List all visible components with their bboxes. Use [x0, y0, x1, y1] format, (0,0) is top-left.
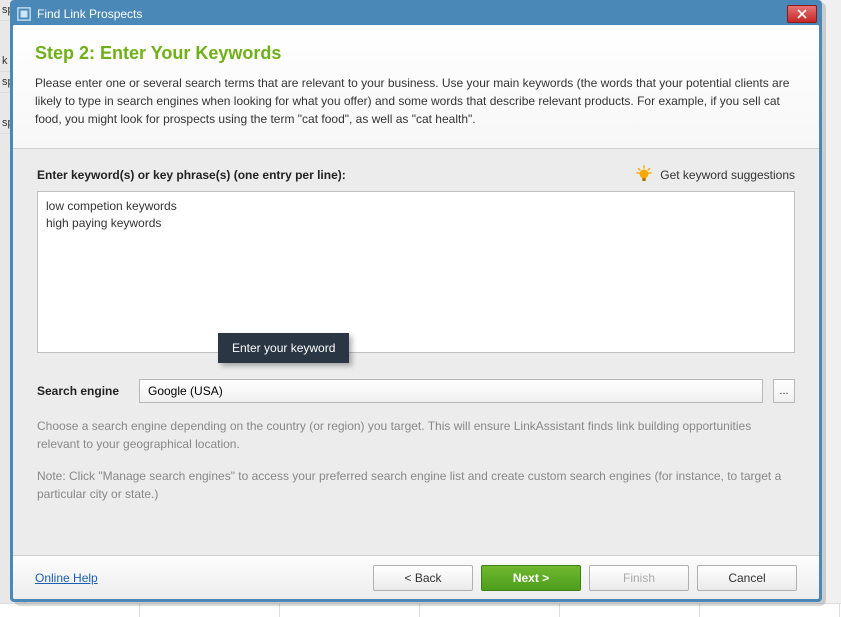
dialog-window: Find Link Prospects Step 2: Enter Your K…	[10, 0, 822, 602]
window-title: Find Link Prospects	[37, 7, 787, 21]
cancel-button[interactable]: Cancel	[697, 565, 797, 591]
titlebar[interactable]: Find Link Prospects	[13, 3, 819, 25]
back-button[interactable]: < Back	[373, 565, 473, 591]
search-engine-note: Note: Click "Manage search engines" to a…	[37, 467, 795, 503]
search-engine-more-button[interactable]: ...	[773, 379, 795, 403]
footer-bar: Online Help < Back Next > Finish Cancel	[13, 555, 819, 599]
keywords-input[interactable]	[37, 191, 795, 353]
next-button[interactable]: Next >	[481, 565, 581, 591]
lightbulb-icon	[634, 165, 654, 185]
step-description: Please enter one or several search terms…	[35, 74, 797, 128]
dialog-body: Step 2: Enter Your Keywords Please enter…	[13, 25, 819, 599]
close-button[interactable]	[787, 5, 817, 23]
app-icon	[17, 7, 31, 21]
finish-button: Finish	[589, 565, 689, 591]
content-section: Enter keyword(s) or key phrase(s) (one e…	[13, 149, 819, 555]
search-engine-description: Choose a search engine depending on the …	[37, 417, 795, 453]
suggestions-label: Get keyword suggestions	[660, 168, 795, 182]
keywords-label: Enter keyword(s) or key phrase(s) (one e…	[37, 168, 346, 182]
search-engine-select[interactable]: Google (USA)	[139, 379, 763, 403]
search-engine-label: Search engine	[37, 384, 129, 398]
search-engine-value: Google (USA)	[148, 384, 223, 398]
online-help-link[interactable]: Online Help	[35, 571, 365, 585]
step-title: Step 2: Enter Your Keywords	[35, 43, 797, 64]
header-section: Step 2: Enter Your Keywords Please enter…	[13, 25, 819, 149]
keyword-suggestions-link[interactable]: Get keyword suggestions	[634, 165, 795, 185]
